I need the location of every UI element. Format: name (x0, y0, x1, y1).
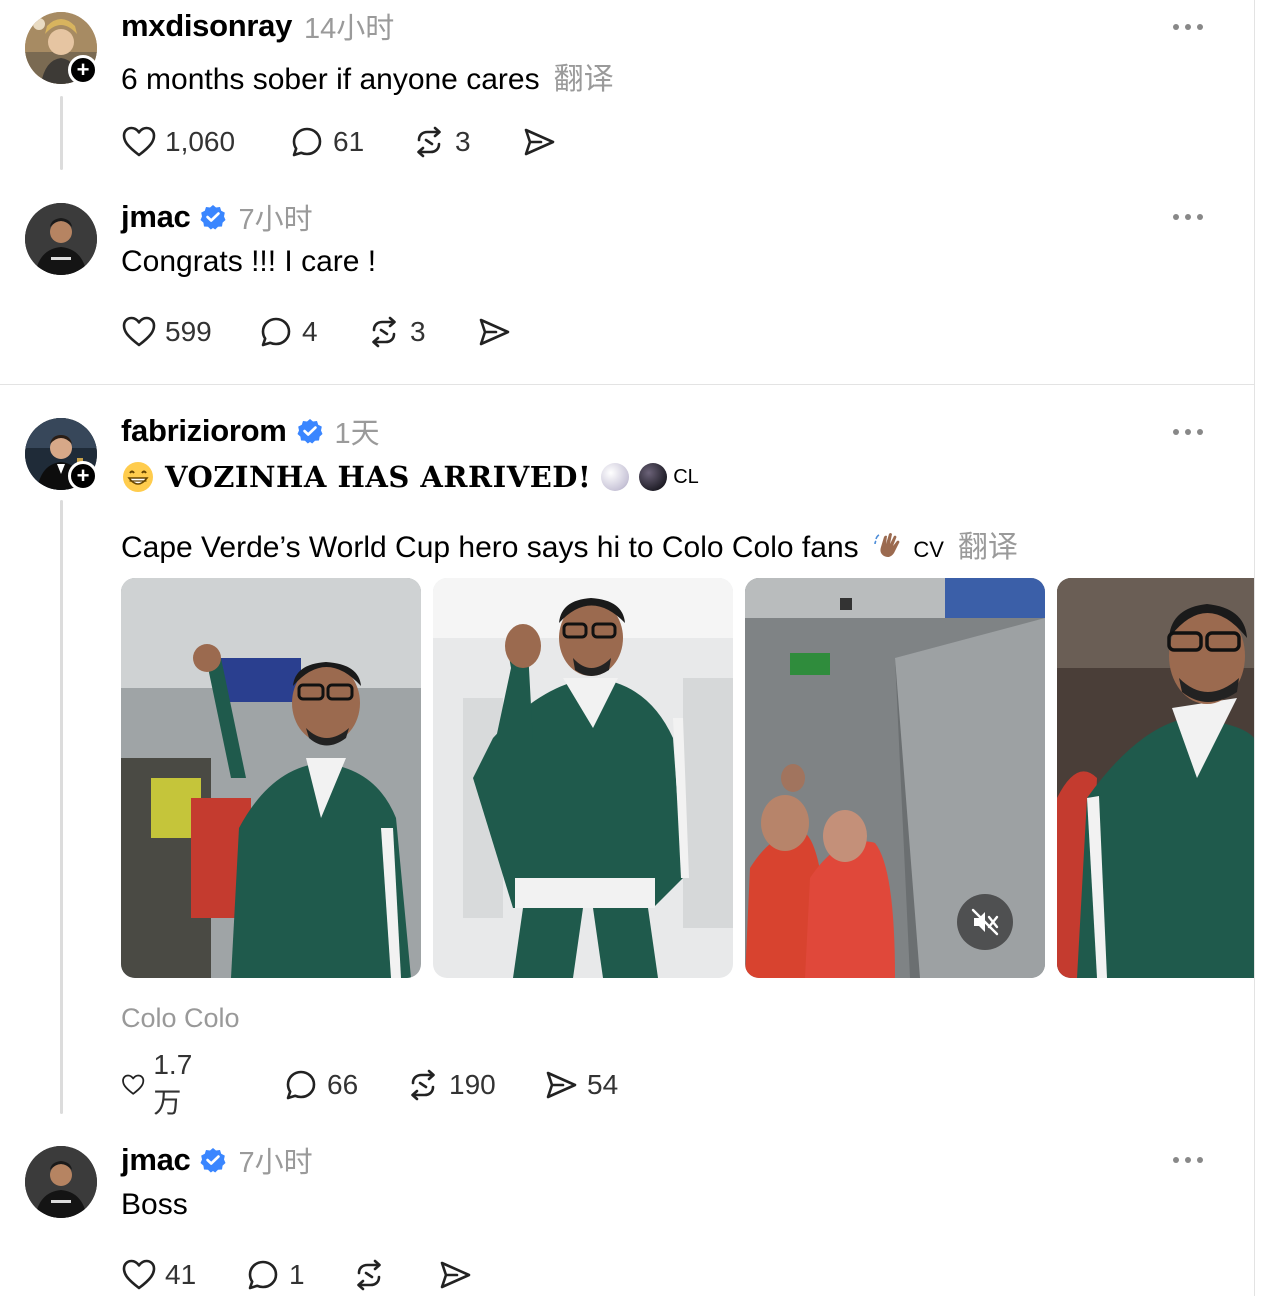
heart-icon (121, 1257, 157, 1293)
verified-icon (200, 204, 226, 230)
like-button[interactable]: 41 (121, 1255, 196, 1295)
media-image-1[interactable] (121, 578, 421, 978)
repost-icon (411, 124, 447, 160)
reply-button[interactable]: 4 (258, 312, 318, 352)
avatar[interactable] (25, 203, 97, 275)
username[interactable]: mxdisonray (121, 8, 292, 44)
post-text: Cape Verde’s World Cup hero says hi to C… (121, 522, 1018, 566)
share-button[interactable]: 54 (543, 1065, 618, 1105)
heart-icon (121, 314, 157, 350)
timestamp[interactable]: 7小时 (238, 196, 312, 238)
reply-count: 4 (302, 316, 318, 347)
mute-icon[interactable] (957, 894, 1013, 950)
like-count: 1.7 万 (153, 1049, 193, 1118)
timestamp[interactable]: 14小时 (304, 5, 394, 47)
headline-text: VOZINHA HAS ARRIVED! (165, 460, 592, 494)
repost-count: 3 (410, 316, 426, 347)
verified-icon (297, 418, 323, 444)
like-count: 599 (165, 316, 212, 347)
repost-count: 190 (449, 1069, 496, 1100)
post-header: fabriziorom 1天 (121, 411, 380, 451)
like-button[interactable]: 1,060 (121, 122, 235, 162)
post-header: jmac 7小时 (121, 197, 313, 237)
share-button[interactable] (437, 1255, 473, 1295)
post-body: Boss (121, 1188, 188, 1221)
thread-line (60, 96, 63, 170)
verified-icon (200, 1147, 226, 1173)
right-border (1254, 0, 1255, 1296)
post-body: Cape Verde’s World Cup hero says hi to C… (121, 531, 859, 564)
heart-icon (121, 1067, 145, 1103)
comment-icon (289, 124, 325, 160)
thread-line (60, 500, 63, 1114)
repost-button[interactable] (351, 1255, 387, 1295)
translate-link[interactable]: 翻译 (554, 63, 614, 96)
share-icon (543, 1067, 579, 1103)
post-body: Congrats !!! I care ! (121, 245, 377, 278)
like-count: 41 (165, 1259, 197, 1290)
share-button[interactable] (521, 122, 557, 162)
heart-icon (121, 124, 157, 160)
username[interactable]: fabriziorom (121, 413, 287, 449)
media-image-2[interactable] (433, 578, 733, 978)
media-image-4[interactable] (1057, 578, 1254, 978)
post-header: mxdisonray 14小时 (121, 6, 394, 46)
flag-code-cl: CL (673, 465, 699, 488)
grin-emoji-icon (123, 462, 153, 492)
reply-button[interactable]: 1 (245, 1255, 305, 1295)
reply-count: 61 (333, 126, 365, 157)
repost-button[interactable]: 3 (366, 312, 426, 352)
comment-icon (258, 314, 294, 350)
repost-button[interactable]: 190 (405, 1065, 496, 1105)
post-text: 6 months sober if anyone cares 翻译 (121, 54, 614, 98)
topic-tag[interactable]: Colo Colo (121, 1003, 240, 1034)
like-count: 1,060 (165, 126, 236, 157)
repost-button[interactable]: 3 (411, 122, 471, 162)
post-headline: VOZINHA HAS ARRIVED! CL (121, 460, 699, 494)
more-icon[interactable] (1168, 17, 1208, 37)
reply-count: 66 (327, 1069, 359, 1100)
more-icon[interactable] (1168, 422, 1208, 442)
more-icon[interactable] (1168, 1150, 1208, 1170)
like-button[interactable]: 599 (121, 312, 212, 352)
repost-icon (351, 1257, 387, 1293)
translate-link[interactable]: 翻译 (958, 531, 1018, 564)
comment-icon (245, 1257, 281, 1293)
repost-icon (405, 1067, 441, 1103)
follow-plus-icon[interactable]: + (68, 461, 98, 491)
like-button[interactable]: 1.7 万 (121, 1049, 204, 1118)
white-circle-icon (601, 463, 630, 491)
share-icon (437, 1257, 473, 1293)
reply-button[interactable]: 61 (289, 122, 364, 162)
comment-icon (283, 1067, 319, 1103)
post-text: Congrats !!! I care ! (121, 245, 376, 279)
username[interactable]: jmac (121, 199, 191, 235)
reply-count: 1 (289, 1259, 305, 1290)
repost-icon (366, 314, 402, 350)
share-count: 54 (587, 1069, 619, 1100)
username[interactable]: jmac (121, 1142, 191, 1178)
post-text: Boss (121, 1188, 188, 1222)
waving-hand-icon (874, 533, 900, 557)
share-icon (521, 124, 557, 160)
timestamp[interactable]: 7小时 (238, 1139, 312, 1181)
post-body: 6 months sober if anyone cares (121, 63, 540, 96)
divider (0, 384, 1254, 385)
timestamp[interactable]: 1天 (335, 410, 380, 452)
media-video-3[interactable] (745, 578, 1045, 978)
share-icon (476, 314, 512, 350)
repost-count: 3 (455, 126, 471, 157)
follow-plus-icon[interactable]: + (68, 55, 98, 85)
avatar[interactable] (25, 1146, 97, 1218)
reply-button[interactable]: 66 (283, 1065, 358, 1105)
share-button[interactable] (476, 312, 512, 352)
black-circle-icon (639, 463, 668, 491)
post-header: jmac 7小时 (121, 1140, 313, 1180)
flag-code-cv: CV (913, 537, 944, 562)
more-icon[interactable] (1168, 207, 1208, 227)
